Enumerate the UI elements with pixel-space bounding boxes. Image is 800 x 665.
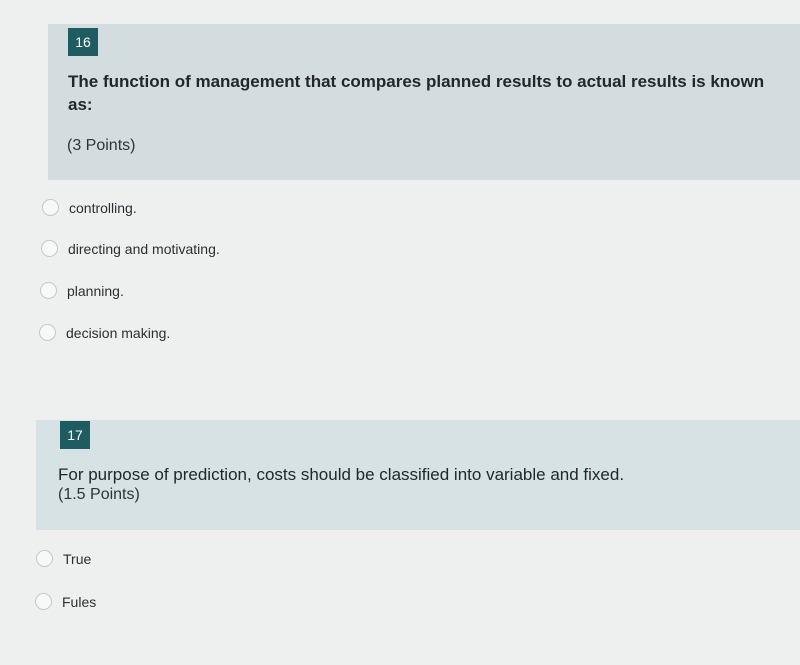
radio-button[interactable] xyxy=(35,593,52,610)
option-label: decision making. xyxy=(66,324,171,341)
option-planning[interactable]: planning. xyxy=(40,282,124,299)
option-true[interactable]: True xyxy=(36,550,91,567)
radio-button[interactable] xyxy=(40,282,57,299)
radio-button[interactable] xyxy=(39,324,56,341)
option-controlling[interactable]: controlling. xyxy=(42,199,137,216)
question-number-badge: 16 xyxy=(68,28,98,56)
question-number-badge: 17 xyxy=(60,421,90,449)
option-label: controlling. xyxy=(69,199,137,216)
question-16-text: The function of management that compares… xyxy=(68,72,765,114)
question-16-points: (3 Points) xyxy=(67,137,136,154)
option-decision-making[interactable]: decision making. xyxy=(39,324,170,341)
radio-button[interactable] xyxy=(36,550,53,567)
option-fules[interactable]: Fules xyxy=(35,593,96,610)
option-directing-and-motivating[interactable]: directing and motivating. xyxy=(41,240,220,257)
option-label: Fules xyxy=(62,593,97,610)
radio-button[interactable] xyxy=(41,240,58,257)
question-17-points: (1.5 Points) xyxy=(58,486,140,503)
option-label: planning. xyxy=(67,282,124,299)
option-label: directing and motivating. xyxy=(68,240,220,257)
option-label: True xyxy=(63,550,92,567)
question-17-text: For purpose of prediction, costs should … xyxy=(58,465,625,484)
radio-button[interactable] xyxy=(42,199,59,216)
